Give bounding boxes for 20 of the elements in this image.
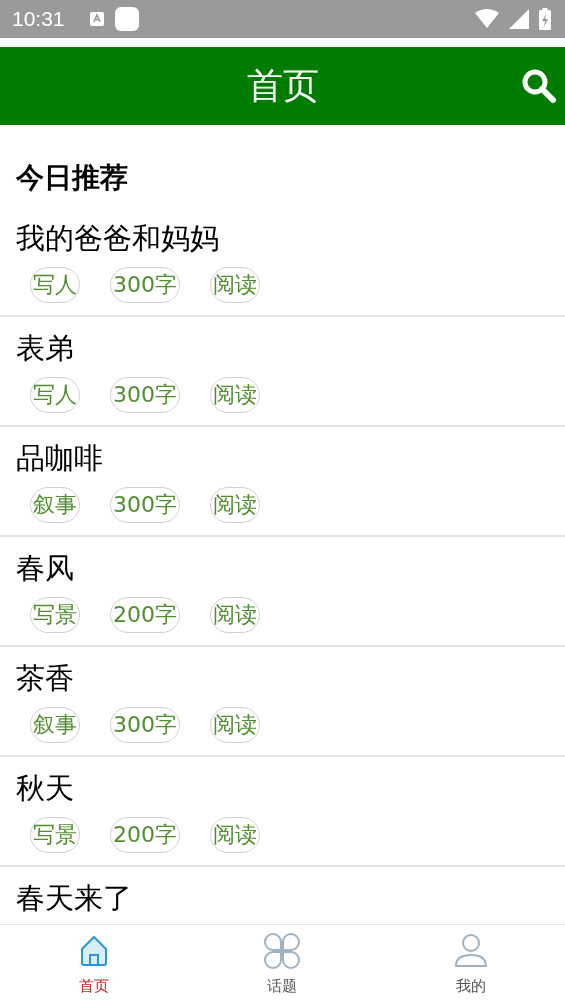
four-petal-icon — [262, 931, 303, 971]
search-icon[interactable] — [521, 68, 557, 104]
section-title: 今日推荐 — [15, 160, 129, 196]
wifi-icon — [475, 9, 499, 29]
app-icon — [114, 7, 139, 31]
article-title: 表弟 — [15, 330, 75, 367]
status-time: 10:31 — [12, 7, 65, 31]
article-title: 秋天 — [15, 770, 75, 807]
nav-tab[interactable]: 话题 — [188, 925, 377, 1004]
article-title: 茶香 — [15, 660, 75, 697]
article-title: 春风 — [15, 550, 75, 587]
article-title: 春天来了 — [15, 880, 133, 917]
nav-tab[interactable]: 我的 — [376, 925, 565, 1004]
keyboard-icon — [88, 11, 105, 27]
signal-icon — [509, 9, 529, 29]
battery-icon — [539, 8, 551, 30]
article-title: 我的爸爸和妈妈 — [15, 220, 220, 257]
article-title: 品咖啡 — [15, 440, 104, 477]
page-title: 首页 — [246, 63, 319, 108]
nav-tab[interactable]: 首页 — [0, 925, 189, 1004]
